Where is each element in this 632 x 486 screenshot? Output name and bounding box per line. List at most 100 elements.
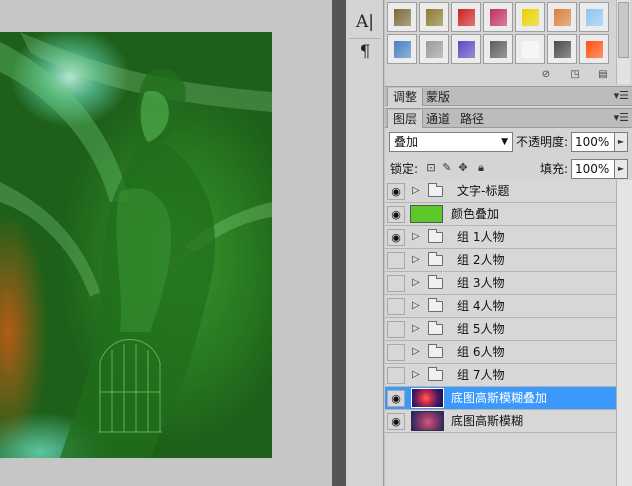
folder-icon [428,275,443,289]
visibility-toggle[interactable] [387,321,405,338]
swatch-preview [425,40,443,58]
fill-slider-arrow-icon[interactable]: ► [614,159,628,179]
swatch-sky-landscape[interactable] [387,34,417,64]
layer-row[interactable]: ▷ 组 7人物 [385,364,616,387]
layer-row[interactable]: ◉ ▷ 组 1人物 [385,226,616,249]
layer-name: 颜色叠加 [451,207,500,221]
swatch-olive-gradient[interactable] [419,2,449,32]
blend-mode-select[interactable]: 叠加 ▼ [389,132,513,152]
tab-paths[interactable]: 路径 [455,110,489,128]
swatch-dark-gray[interactable] [483,34,513,64]
layer-row[interactable]: ◉ 颜色叠加 [385,203,616,226]
swatch-charcoal[interactable] [547,34,577,64]
layer-name: 底图高斯模糊 [451,414,524,428]
clear-style-icon[interactable]: ⊘ [540,69,552,81]
layer-row[interactable]: ▷ 组 3人物 [385,272,616,295]
tab-masks[interactable]: 蒙版 [421,88,455,106]
layer-row[interactable]: ◉ 底图高斯模糊 [385,410,616,433]
swatch-orange-gradient[interactable] [547,2,577,32]
visibility-toggle[interactable]: ◉ [387,390,405,407]
paragraph-panel-icon[interactable]: ¶ [351,40,379,64]
layer-name: 组 7人物 [457,368,505,382]
visibility-toggle[interactable]: ◉ [387,413,405,430]
swatch-light-blue[interactable] [579,2,609,32]
swatch-purple-glow[interactable] [451,34,481,64]
swatch-preview [393,8,411,26]
triangle-right-icon[interactable]: ▷ [412,297,420,315]
eye-icon: ◉ [391,392,401,405]
layer-name: 组 4人物 [457,299,505,313]
swatch-multicolor-rays[interactable] [483,2,513,32]
fill-label: 填充: [540,162,569,176]
triangle-right-icon[interactable]: ▷ [412,320,420,338]
triangle-right-icon[interactable]: ▷ [412,343,420,361]
swatch-preview [393,40,411,58]
delete-style-icon[interactable]: ▤ [597,69,609,81]
visibility-toggle[interactable] [387,275,405,292]
document-canvas[interactable] [0,0,332,486]
opacity-slider-arrow-icon[interactable]: ► [614,132,628,152]
layer-row[interactable]: ▷ 组 5人物 [385,318,616,341]
eye-icon: ◉ [391,415,401,428]
artwork-image[interactable] [0,32,272,458]
layer-name: 组 3人物 [457,276,505,290]
visibility-toggle[interactable]: ◉ [387,183,405,200]
layer-name: 文字-标题 [457,184,510,198]
layers-panel-menu-icon[interactable]: ▾☰ [614,111,629,124]
tab-channels[interactable]: 通道 [421,110,455,128]
swatch-brown-bevel[interactable] [387,2,417,32]
scrollbar-thumb[interactable] [618,2,629,58]
layer-name: 组 5人物 [457,322,505,336]
visibility-toggle[interactable] [387,344,405,361]
layer-row[interactable]: ▷ 组 6人物 [385,341,616,364]
lock-all-padlock-icon[interactable]: 🔒︎ [475,162,487,174]
panel-menu-icon[interactable]: ▾☰ [614,89,629,102]
visibility-toggle[interactable]: ◉ [387,229,405,246]
character-panel-icon[interactable]: A| [351,10,379,34]
layers-scrollbar[interactable] [616,180,632,486]
swatch-white-square[interactable] [515,34,545,64]
fill-input[interactable]: 100% [571,159,617,179]
visibility-toggle[interactable] [387,252,405,269]
swatch-preview [489,8,507,26]
swatch-preview [553,8,571,26]
layer-name: 组 2人物 [457,253,505,267]
triangle-right-icon[interactable]: ▷ [412,366,420,384]
right-panel-dock: ⊘ ◳ ▤ 调整 蒙版 ▾☰ 图层 通道 路径 ▾☰ 叠加 ▼ 不透明度: 10… [385,0,632,486]
eye-icon: ◉ [391,185,401,198]
visibility-toggle[interactable] [387,367,405,384]
triangle-right-icon[interactable]: ▷ [412,182,420,200]
swatch-preview [585,8,603,26]
lock-pixels-brush-icon[interactable]: ✎ [441,162,453,174]
styles-swatch-grid [387,2,609,66]
layer-row[interactable]: ▷ 组 4人物 [385,295,616,318]
layer-row[interactable]: ▷ 组 2人物 [385,249,616,272]
swatch-red-striped[interactable] [451,2,481,32]
new-style-icon[interactable]: ◳ [569,69,581,81]
swatch-orange-burst[interactable] [579,34,609,64]
layer-row[interactable]: ◉ 底图高斯模糊叠加 [385,387,616,410]
collapsed-tool-strip: A| ¶ [346,0,384,486]
lock-transparency-icon[interactable]: ⊡ [425,162,437,174]
triangle-right-icon[interactable]: ▷ [412,228,420,246]
visibility-toggle[interactable]: ◉ [387,206,405,223]
tab-adjustments[interactable]: 调整 [387,88,424,106]
folder-icon [428,229,443,243]
lock-label: 锁定: [390,162,419,176]
triangle-right-icon[interactable]: ▷ [412,251,420,269]
triangle-right-icon[interactable]: ▷ [412,274,420,292]
adjustments-tabbar: 调整 蒙版 ▾☰ [385,86,632,106]
layer-row[interactable]: ◉ ▷ 文字-标题 [385,180,616,203]
lock-position-move-icon[interactable]: ✥ [457,162,469,174]
swatch-preview [585,40,603,58]
panel-separator [332,0,346,486]
swatch-preview [521,8,539,26]
folder-icon [428,183,443,197]
tab-layers[interactable]: 图层 [387,110,424,128]
layer-thumbnail [411,388,444,408]
swatch-sparkle-texture[interactable] [419,34,449,64]
dropdown-arrow-icon: ▼ [501,137,508,147]
opacity-input[interactable]: 100% [571,132,617,152]
swatch-yellow-frame[interactable] [515,2,545,32]
visibility-toggle[interactable] [387,298,405,315]
